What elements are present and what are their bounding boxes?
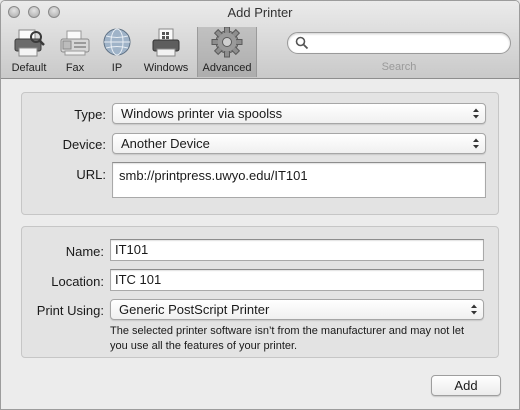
type-popup[interactable]: Windows printer via spoolss: [112, 103, 486, 124]
fax-icon: [60, 30, 90, 56]
toolbar-advanced[interactable]: Advanced: [197, 27, 257, 77]
toolbar-windows-label: Windows: [143, 62, 189, 74]
url-label: URL:: [76, 167, 106, 182]
connection-panel: Type: Windows printer via spoolss Device…: [21, 92, 499, 215]
default-printer-icon: [14, 29, 45, 57]
details-panel: Name: IT101 Location: ITC 101 Print Usin…: [21, 226, 499, 358]
print-using-label: Print Using:: [36, 303, 104, 318]
name-label: Name:: [65, 244, 104, 259]
name-field[interactable]: IT101: [110, 239, 484, 261]
search-icon: [295, 36, 309, 50]
type-value: Windows printer via spoolss: [121, 106, 283, 121]
toolbar-advanced-label: Advanced: [202, 62, 252, 74]
type-label: Type:: [74, 107, 106, 122]
toolbar: Add Printer Default Fax IP Windows Advan…: [1, 1, 519, 79]
location-field[interactable]: ITC 101: [110, 269, 484, 291]
print-using-value: Generic PostScript Printer: [119, 302, 270, 317]
driver-warning-note: The selected printer software isn’t from…: [110, 325, 464, 352]
add-printer-window: Add Printer Default Fax IP Windows Advan…: [0, 0, 520, 410]
device-popup[interactable]: Another Device: [112, 133, 486, 154]
print-using-popup[interactable]: Generic PostScript Printer: [110, 299, 484, 320]
toolbar-ip-label: IP: [111, 62, 123, 74]
toolbar-ip[interactable]: IP: [99, 27, 135, 75]
search-input[interactable]: [287, 32, 511, 54]
toolbar-windows[interactable]: Windows: [141, 27, 191, 75]
add-button[interactable]: Add: [431, 375, 501, 396]
toolbar-fax[interactable]: Fax: [57, 27, 93, 75]
globe-icon: [103, 28, 131, 56]
window-title: Add Printer: [227, 5, 293, 20]
toolbar-fax-label: Fax: [65, 62, 85, 74]
device-value: Another Device: [121, 136, 210, 151]
gear-icon: [211, 27, 243, 58]
toolbar-default-label: Default: [11, 62, 47, 74]
popup-arrows-icon: [471, 304, 477, 315]
device-label: Device:: [62, 137, 106, 152]
toolbar-default[interactable]: Default: [7, 27, 51, 75]
popup-arrows-icon: [473, 108, 479, 119]
windows-printer-icon: [152, 28, 180, 57]
url-field[interactable]: smb://printpress.uwyo.edu/IT101: [112, 162, 486, 198]
search-label: Search: [381, 61, 417, 73]
popup-arrows-icon: [473, 138, 479, 149]
location-label: Location:: [51, 274, 104, 289]
